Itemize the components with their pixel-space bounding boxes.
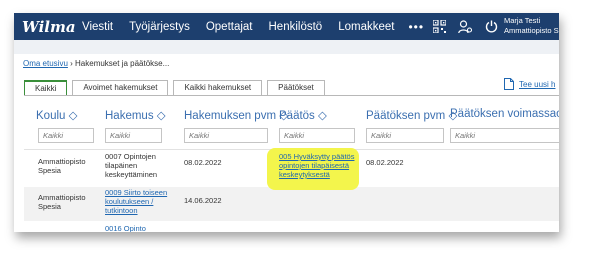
user-organisation: Ammattiopisto S (504, 26, 559, 35)
row1-decision-link[interactable]: 005 Hyväksytty päätös opintojen tilapäis… (279, 152, 354, 179)
tab-kaikki-hakemukset[interactable]: Kaikki hakemukset (173, 80, 263, 95)
row1-school-line2: Spesia (38, 166, 61, 175)
column-header-hakemuksen-pvm[interactable]: Hakemuksen pvm ◇ (184, 108, 288, 122)
row1-application-line3: keskeyttäminen (105, 170, 158, 179)
nav-tyojarjestys[interactable]: Työjärjestys (121, 21, 198, 33)
row1-application-line1: 0007 Opintojen (105, 152, 156, 161)
filter-hakemus-input[interactable] (105, 128, 162, 143)
tab-paatokset[interactable]: Päätökset (267, 80, 325, 95)
row2-application-line2: koulutukseen / (105, 197, 154, 206)
row1-school-line1: Ammattiopisto (38, 157, 86, 166)
top-icons (426, 13, 504, 40)
document-icon (504, 78, 514, 90)
column-header-paatos[interactable]: Päätös ◇ (279, 108, 327, 122)
row2-school-line2: Spesia (38, 202, 61, 211)
row1-decision-line2: opintojen tilapäisestä (279, 161, 350, 170)
row1-decision-line3: keskeytyksestä (279, 170, 330, 179)
row1-application: 0007 Opintojen tilapäinen keskeyttäminen (105, 152, 157, 179)
row3-application-link[interactable]: 0016 Opinto (105, 224, 146, 232)
tab-kaikki[interactable]: Kaikki (24, 80, 68, 95)
breadcrumb-separator: › (67, 59, 76, 68)
breadcrumb: Oma etusivu › Hakemukset ja päätökse... (23, 59, 169, 68)
nav-opettajat[interactable]: Opettajat (198, 21, 261, 33)
filter-koulu-input[interactable] (38, 128, 94, 143)
breadcrumb-home-link[interactable]: Oma etusivu (23, 59, 68, 68)
new-application-link[interactable]: Tee uusi h (504, 78, 555, 90)
row1-application-line2: tilapäinen (105, 161, 138, 170)
filter-paatoksen-pvm-input[interactable] (366, 128, 444, 143)
filter-paatoksen-voimassaolo-input[interactable] (450, 128, 559, 143)
row2-application-line1: 0009 Siirto toiseen (105, 188, 168, 197)
sub-bar (14, 40, 559, 54)
column-header-koulu[interactable]: Koulu ◇ (36, 108, 77, 122)
row2-application-link[interactable]: 0009 Siirto toiseen koulutukseen / tutki… (105, 188, 167, 215)
breadcrumb-current: Hakemukset ja päätökse... (75, 59, 170, 68)
top-navigation-bar: Wilma Viestit Työjärjestys Opettajat Hen… (14, 13, 559, 40)
row1-application-date: 08.02.2022 (184, 158, 222, 167)
row2-school: Ammattiopisto Spesia (38, 193, 86, 211)
user-info[interactable]: Marja Testi Ammattiopisto S (504, 16, 559, 36)
user-settings-icon[interactable] (452, 13, 478, 40)
nav-lomakkeet[interactable]: Lomakkeet (330, 21, 402, 33)
column-header-paatoksen-pvm[interactable]: Päätöksen pvm ◇ (366, 108, 457, 122)
row1-decision-date: 08.02.2022 (366, 158, 404, 167)
tab-bar: Kaikki Avoimet hakemukset Kaikki hakemuk… (24, 80, 330, 95)
filter-paatos-input[interactable] (279, 128, 355, 143)
column-header-hakemus[interactable]: Hakemus ◇ (105, 108, 166, 122)
row2-application-date: 14.06.2022 (184, 196, 222, 205)
tab-divider (24, 95, 559, 96)
row2-application-line3: tutkintoon (105, 206, 138, 215)
row2-school-line1: Ammattiopisto (38, 193, 86, 202)
new-application-label: Tee uusi h (519, 79, 556, 89)
power-icon[interactable] (478, 13, 504, 40)
qr-code-icon[interactable] (426, 13, 452, 40)
filter-hakemuksen-pvm-input[interactable] (184, 128, 268, 143)
column-header-paatoksen-voimassaolo[interactable]: Päätöksen voimassaolo (450, 108, 559, 120)
tab-avoimet-hakemukset[interactable]: Avoimet hakemukset (72, 80, 169, 95)
row1-decision-line1: 005 Hyväksytty päätös (279, 152, 355, 161)
nav-viestit[interactable]: Viestit (74, 21, 121, 33)
row1-school: Ammattiopisto Spesia (38, 157, 86, 175)
app-window: Wilma Viestit Työjärjestys Opettajat Hen… (14, 13, 559, 232)
wilma-logo[interactable]: Wilma (22, 18, 76, 36)
user-name: Marja Testi (504, 16, 541, 25)
nav-henkilosto[interactable]: Henkilöstö (261, 21, 331, 33)
